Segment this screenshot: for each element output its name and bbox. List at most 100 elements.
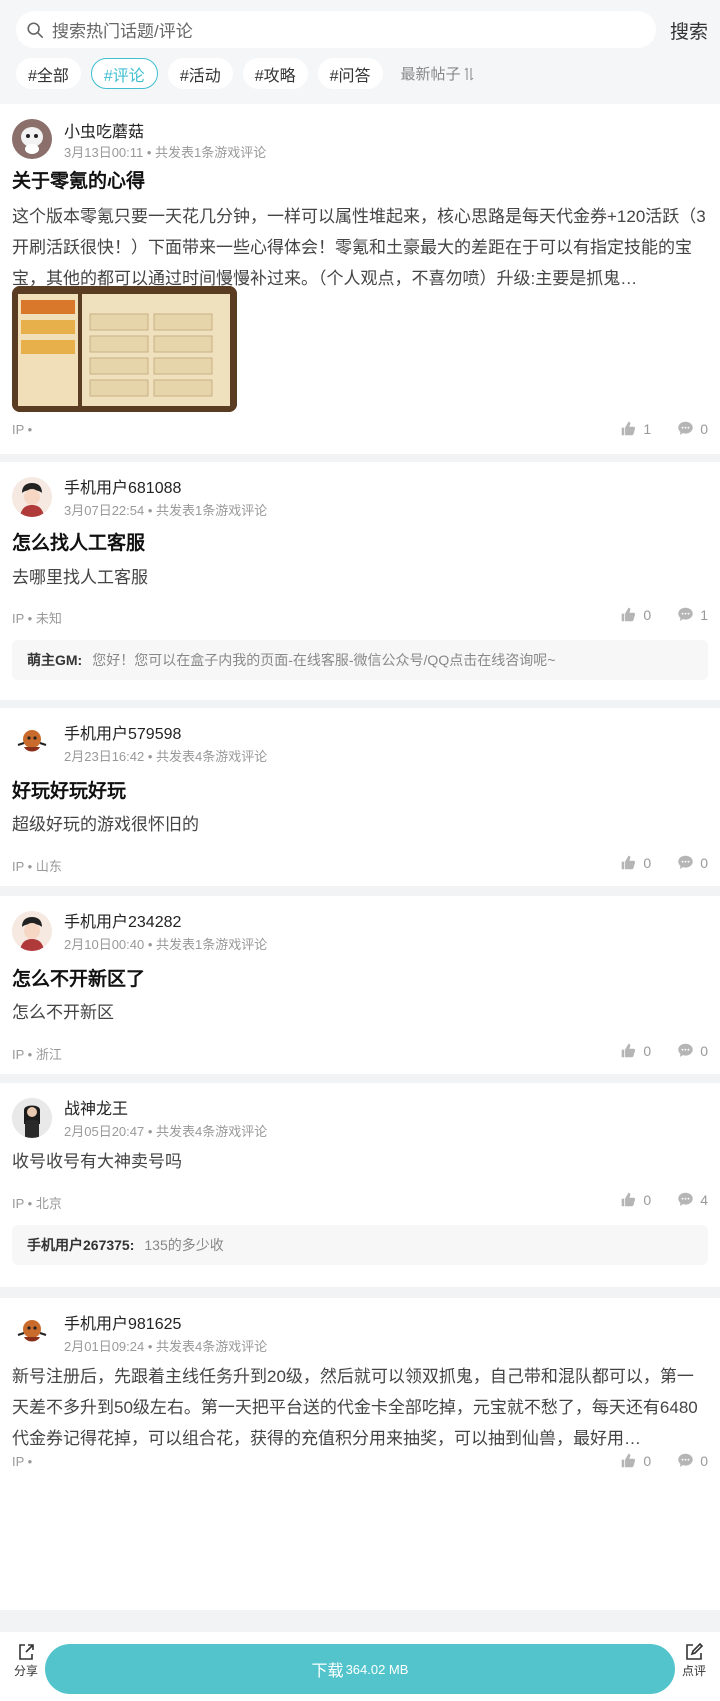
comment-icon <box>678 607 693 621</box>
post-body: 收号收号有大神卖号吗 <box>12 1152 182 1171</box>
post-card[interactable]: 手机用户681088 3月07日22:54 • 共发表1条游戏评论 怎么找人工客… <box>0 462 720 700</box>
post-meta: 2月01日09:24 • 共发表4条游戏评论 <box>64 1339 268 1354</box>
download-button[interactable]: 下载 364.02 MB <box>45 1644 675 1694</box>
thumbs-up-icon <box>622 1192 636 1207</box>
post-title: 怎么不开新区了 <box>12 969 146 990</box>
filter-chip-events[interactable]: #活动 <box>167 58 233 89</box>
like-button[interactable]: 0 <box>620 854 651 871</box>
comment-count: 1 <box>700 606 708 623</box>
ip-location: IP • 山东 <box>12 859 62 874</box>
like-button[interactable]: 0 <box>620 1191 651 1208</box>
avatar[interactable] <box>12 477 52 517</box>
like-count: 0 <box>643 1452 652 1469</box>
post-card[interactable]: 手机用户981625 2月01日09:24 • 共发表4条游戏评论 新号注册后，… <box>0 1298 720 1610</box>
sort-arrows-icon <box>464 67 473 80</box>
reply-text: 135的多少收 <box>144 1237 224 1253</box>
post-stats: 1 0 <box>620 420 708 437</box>
sort-dropdown[interactable]: 最新帖子 <box>401 63 474 84</box>
reply-preview[interactable]: 手机用户267375: 135的多少收 <box>12 1225 708 1265</box>
filter-row: #全部 #评论 #活动 #攻略 #问答 最新帖子 <box>16 58 474 89</box>
post-stats: 0 1 <box>620 606 708 623</box>
post-card[interactable]: 小虫吃蘑菇 3月13日00:11 • 共发表1条游戏评论 关于零氪的心得 这个版… <box>0 104 720 454</box>
like-button[interactable]: 1 <box>620 420 651 437</box>
reply-preview[interactable]: 萌主GM: 您好！您可以在盒子内我的页面-在线客服-微信公众号/QQ点击在线咨询… <box>12 640 708 680</box>
reply-author: 萌主GM: <box>27 652 83 668</box>
ip-location: IP • 未知 <box>12 611 62 626</box>
share-button[interactable]: 分享 <box>6 1642 46 1679</box>
comment-button[interactable]: 0 <box>677 1452 708 1469</box>
mushroom-avatar-icon <box>12 119 52 159</box>
download-size: 364.02 MB <box>345 1661 409 1677</box>
post-meta: 2月10日00:40 • 共发表1条游戏评论 <box>64 937 268 952</box>
post-body: 超级好玩的游戏很怀旧的 <box>12 815 199 834</box>
comment-count: 0 <box>700 1452 708 1469</box>
filter-chip-qa[interactable]: #问答 <box>317 58 383 89</box>
thumbs-up-icon <box>622 1043 636 1058</box>
avatar[interactable] <box>12 1313 52 1353</box>
search-placeholder: 搜索热门话题/评论 <box>52 22 193 41</box>
comment-icon <box>678 1453 693 1467</box>
comment-button[interactable]: 0 <box>677 854 708 871</box>
monkey-avatar-icon <box>12 1313 52 1353</box>
avatar[interactable] <box>12 119 52 159</box>
post-card[interactable]: 手机用户234282 2月10日00:40 • 共发表1条游戏评论 怎么不开新区… <box>0 896 720 1074</box>
post-title: 关于零氪的心得 <box>12 171 146 192</box>
filter-chip-all[interactable]: #全部 <box>16 58 81 89</box>
like-button[interactable]: 0 <box>620 1452 651 1469</box>
username[interactable]: 手机用户234282 <box>64 908 181 932</box>
ip-location: IP • 北京 <box>12 1196 62 1211</box>
like-count: 1 <box>643 420 652 437</box>
download-label: 下载 <box>311 1663 344 1680</box>
comment-count: 4 <box>700 1191 708 1208</box>
search-input[interactable]: 搜索热门话题/评论 <box>16 11 656 48</box>
share-icon <box>19 1644 34 1660</box>
avatar[interactable] <box>12 1098 52 1138</box>
comment-icon <box>678 1192 693 1206</box>
post-title: 好玩好玩好玩 <box>12 781 127 802</box>
post-image[interactable] <box>12 286 237 412</box>
comment-count: 0 <box>700 420 708 437</box>
reply-author: 手机用户267375: <box>27 1237 135 1253</box>
comment-icon <box>678 421 693 435</box>
person-photo-avatar-icon <box>12 1098 52 1138</box>
post-body: 这个版本零氪只要一天花几分钟，一样可以属性堆起来，核心思路是每天代金券+120活… <box>12 207 706 288</box>
thumbs-up-icon <box>622 607 636 622</box>
ip-location: IP • <box>12 1454 33 1469</box>
username[interactable]: 小虫吃蘑菇 <box>64 118 144 142</box>
post-stats: 0 4 <box>620 1191 708 1208</box>
like-count: 0 <box>643 1042 652 1059</box>
review-button[interactable]: 点评 <box>674 1642 714 1679</box>
post-body: 去哪里找人工客服 <box>12 568 148 587</box>
sort-label: 最新帖子 <box>400 66 461 83</box>
post-card[interactable]: 手机用户579598 2月23日16:42 • 共发表4条游戏评论 好玩好玩好玩… <box>0 708 720 886</box>
reply-text: 您好！您可以在盒子内我的页面-在线客服-微信公众号/QQ点击在线咨询呢~ <box>92 652 556 668</box>
username[interactable]: 手机用户981625 <box>64 1310 181 1334</box>
edit-review-icon <box>686 1642 704 1660</box>
avatar[interactable] <box>12 911 52 951</box>
search-icon <box>27 21 44 38</box>
avatar[interactable] <box>12 723 52 763</box>
bottom-action-bar: 分享 下载 364.02 MB 点评 <box>0 1632 720 1701</box>
like-button[interactable]: 0 <box>620 606 651 623</box>
post-meta: 3月07日22:54 • 共发表1条游戏评论 <box>64 503 268 518</box>
post-stats: 0 0 <box>620 1452 708 1469</box>
post-stats: 0 0 <box>620 854 708 871</box>
post-title: 怎么找人工客服 <box>12 533 146 554</box>
username[interactable]: 手机用户579598 <box>64 720 181 744</box>
filter-chip-comments[interactable]: #评论 <box>90 58 158 89</box>
filter-chip-guides[interactable]: #攻略 <box>242 58 308 89</box>
like-button[interactable]: 0 <box>620 1042 651 1059</box>
comment-button[interactable]: 4 <box>677 1191 708 1208</box>
search-button[interactable]: 搜索 <box>670 17 708 44</box>
post-meta: 2月05日20:47 • 共发表4条游戏评论 <box>64 1124 268 1139</box>
comment-button[interactable]: 0 <box>677 1042 708 1059</box>
username[interactable]: 手机用户681088 <box>64 474 181 498</box>
post-card[interactable]: 战神龙王 2月05日20:47 • 共发表4条游戏评论 收号收号有大神卖号吗 I… <box>0 1083 720 1287</box>
username[interactable]: 战神龙王 <box>64 1095 128 1119</box>
monkey-avatar-icon <box>12 723 52 763</box>
comment-button[interactable]: 0 <box>677 420 708 437</box>
comment-button[interactable]: 1 <box>677 606 708 623</box>
ip-location: IP • 浙江 <box>12 1047 62 1062</box>
like-count: 0 <box>643 854 652 871</box>
header: 搜索热门话题/评论 搜索 #全部 #评论 #活动 #攻略 #问答 最新帖子 <box>0 0 720 104</box>
